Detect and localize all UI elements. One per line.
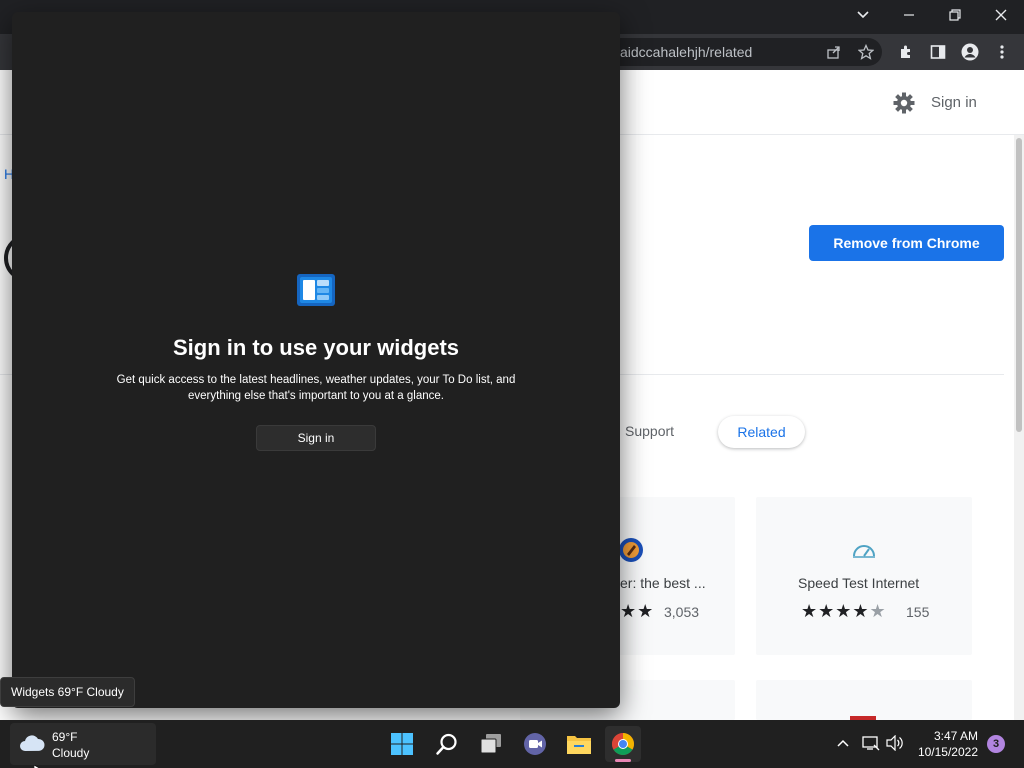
settings-gear-icon[interactable] bbox=[893, 92, 915, 114]
search-icon[interactable] bbox=[429, 726, 465, 762]
chrome-menu-icon[interactable] bbox=[990, 40, 1014, 64]
tab-related[interactable]: Related bbox=[718, 416, 805, 448]
card-rating-count: 155 bbox=[906, 604, 930, 620]
card-rating-count: 3,053 bbox=[664, 604, 700, 620]
weather-temperature: 69°F bbox=[52, 730, 78, 744]
bookmark-star-icon[interactable] bbox=[854, 40, 878, 64]
widgets-title: Sign in to use your widgets bbox=[172, 335, 460, 360]
related-card-4[interactable] bbox=[756, 680, 972, 720]
speedometer-icon bbox=[851, 540, 877, 560]
close-icon[interactable] bbox=[978, 0, 1024, 30]
remove-from-chrome-button[interactable]: Remove from Chrome bbox=[809, 225, 1004, 261]
tab-support[interactable]: Support bbox=[625, 423, 674, 439]
card-title: er: the best ... bbox=[620, 575, 706, 591]
extension-card-icon bbox=[618, 537, 644, 563]
side-panel-icon[interactable] bbox=[926, 40, 950, 64]
minimize-icon[interactable] bbox=[886, 0, 932, 30]
scrollbar-thumb[interactable] bbox=[1016, 138, 1022, 432]
widgets-description: Get quick access to the latest headlines… bbox=[116, 374, 516, 402]
file-explorer-icon[interactable] bbox=[561, 726, 597, 762]
address-bar-url[interactable]: aidccahalehjh/related bbox=[620, 44, 752, 60]
profile-avatar-icon[interactable] bbox=[958, 40, 982, 64]
extensions-puzzle-icon[interactable] bbox=[894, 40, 918, 64]
chrome-icon[interactable] bbox=[605, 726, 641, 762]
share-icon[interactable] bbox=[822, 40, 846, 64]
cloud-icon bbox=[18, 732, 46, 754]
clock-date[interactable]: 10/15/2022 bbox=[910, 745, 978, 759]
widgets-tooltip: Widgets 69°F Cloudy bbox=[0, 677, 135, 707]
network-icon[interactable] bbox=[861, 733, 881, 753]
card-title: Speed Test Internet bbox=[798, 575, 920, 591]
restore-icon[interactable] bbox=[932, 0, 978, 30]
show-hidden-icons-chevron-icon[interactable] bbox=[833, 733, 853, 753]
widgets-panel: Sign in to use your widgets Get quick ac… bbox=[12, 12, 620, 708]
widgets-app-icon bbox=[297, 274, 335, 306]
clock-time[interactable]: 3:47 AM bbox=[918, 729, 978, 743]
header-signin-link[interactable]: Sign in bbox=[931, 94, 977, 111]
card-rating-stars: ★★★★★ bbox=[801, 601, 887, 622]
weather-condition: Cloudy bbox=[52, 746, 90, 760]
card-rating-stars: ★★ bbox=[620, 601, 655, 622]
teams-chat-icon[interactable] bbox=[517, 726, 553, 762]
start-icon[interactable] bbox=[384, 726, 420, 762]
notification-count-badge[interactable]: 3 bbox=[987, 735, 1005, 753]
widgets-signin-button[interactable]: Sign in bbox=[256, 425, 376, 451]
tab-search-chevron-icon[interactable] bbox=[840, 0, 886, 30]
task-view-icon[interactable] bbox=[473, 726, 509, 762]
mouse-cursor-icon bbox=[33, 760, 42, 768]
volume-icon[interactable] bbox=[885, 733, 905, 753]
active-app-indicator bbox=[615, 759, 631, 762]
